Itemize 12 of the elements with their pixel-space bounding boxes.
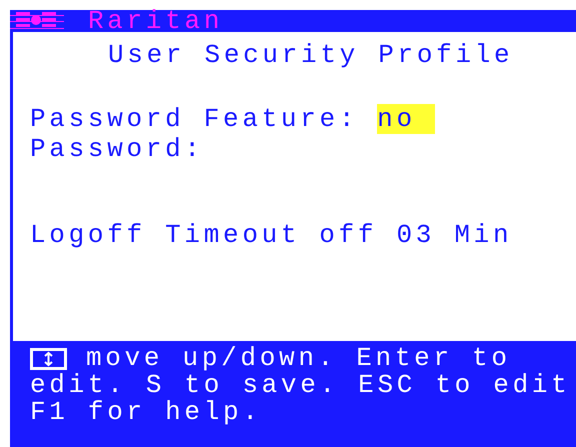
arrow-keys-icon (30, 348, 67, 370)
brand-name: Raritan (88, 10, 224, 32)
help-text: F1 for help. (30, 399, 262, 426)
timeout-value[interactable]: off 03 Min (319, 220, 512, 250)
logo-icon (10, 10, 64, 32)
timeout-label: Logoff Timeout (30, 220, 300, 250)
field-label: Password Feature: (30, 104, 358, 134)
help-text: move up/down. Enter to (86, 345, 511, 372)
field-label: Password: (30, 134, 204, 164)
screen-heading: User Security Profile (108, 40, 514, 70)
choice-field[interactable]: no (377, 104, 435, 134)
help-text: edit. S to save. ESC to edit (30, 372, 570, 399)
